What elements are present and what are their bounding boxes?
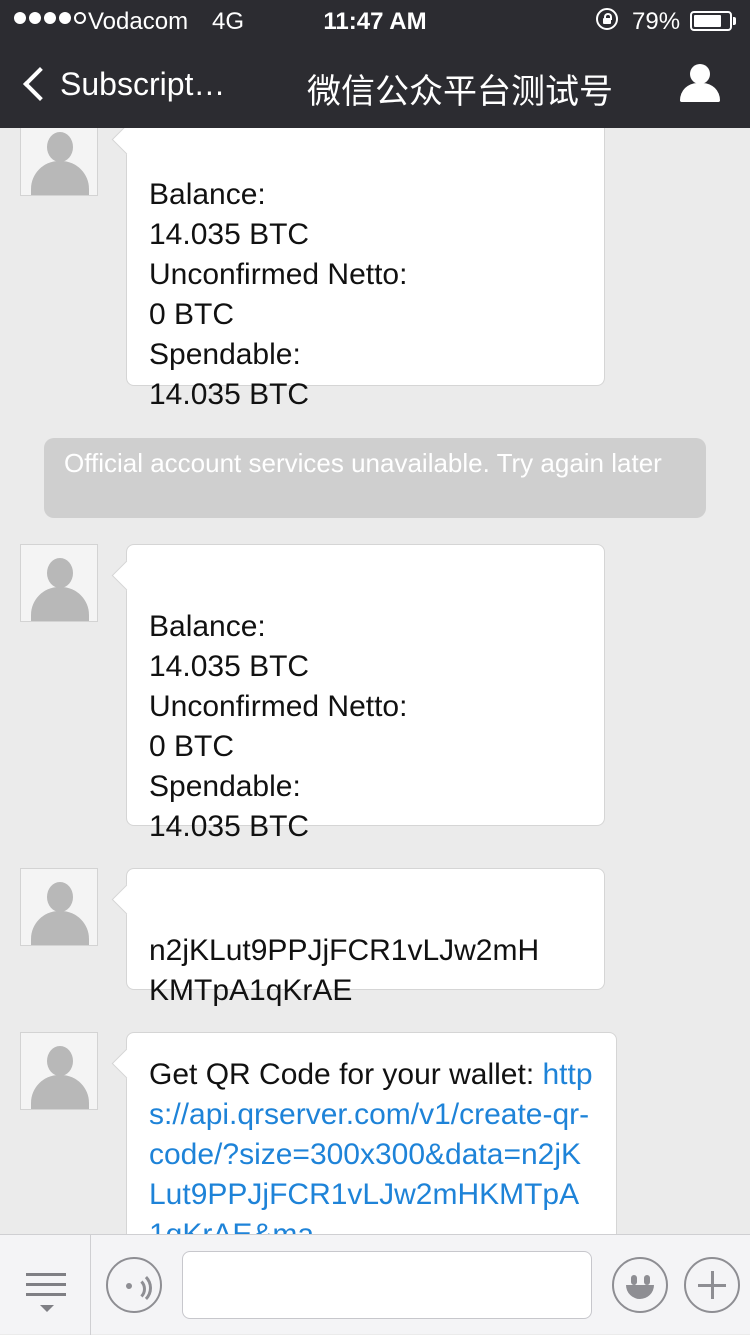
menu-toggle-button[interactable] (0, 1235, 91, 1335)
battery-fill (694, 15, 721, 27)
page-title: 微信公众平台测试号 (307, 73, 613, 111)
battery-percent: 79% (632, 8, 681, 35)
chevron-left-icon (23, 67, 57, 101)
top-bar: Vodacom 4G 11:47 AM 79% Subscript… 微信公众平… (0, 0, 750, 128)
message-bubble[interactable]: n2jKLut9PPJjFCR1vLJw2mH KMTpA1qKrAE (126, 868, 605, 1007)
back-button[interactable]: Subscript… (18, 62, 225, 106)
input-bar (0, 1234, 750, 1335)
message-bubble[interactable]: Balance: 14.035 BTC Unconfirmed Netto: 0… (126, 544, 605, 843)
more-actions-button[interactable] (684, 1257, 740, 1313)
message-bubble[interactable]: Get QR Code for your wallet: https://api… (126, 1032, 617, 1234)
message-input[interactable] (182, 1251, 592, 1319)
avatar[interactable] (20, 1032, 98, 1110)
emoji-button[interactable] (612, 1257, 668, 1313)
message-text: n2jKLut9PPJjFCR1vLJw2mH KMTpA1qKrAE (149, 934, 540, 1007)
message-bubble[interactable]: Balance: 14.035 BTC Unconfirmed Netto: 0… (126, 128, 605, 411)
message-text: Get QR Code for your wallet: (149, 1058, 543, 1091)
back-button-label: Subscript… (60, 65, 226, 102)
avatar[interactable] (20, 128, 98, 196)
profile-button[interactable] (678, 64, 722, 104)
message-text: Balance: 14.035 BTC Unconfirmed Netto: 0… (149, 610, 408, 843)
message-text: Balance: 14.035 BTC Unconfirmed Netto: 0… (149, 178, 408, 411)
chat-area[interactable]: Balance: 14.035 BTC Unconfirmed Netto: 0… (0, 128, 750, 1234)
battery-icon (690, 11, 732, 31)
avatar[interactable] (20, 544, 98, 622)
person-icon (690, 64, 710, 84)
rotation-lock-icon (596, 8, 618, 30)
avatar[interactable] (20, 868, 98, 946)
battery-nub (733, 17, 736, 25)
system-notice: Official account services unavailable. T… (44, 438, 706, 518)
status-bar: Vodacom 4G 11:47 AM 79% (0, 0, 750, 40)
voice-button[interactable] (106, 1257, 162, 1313)
